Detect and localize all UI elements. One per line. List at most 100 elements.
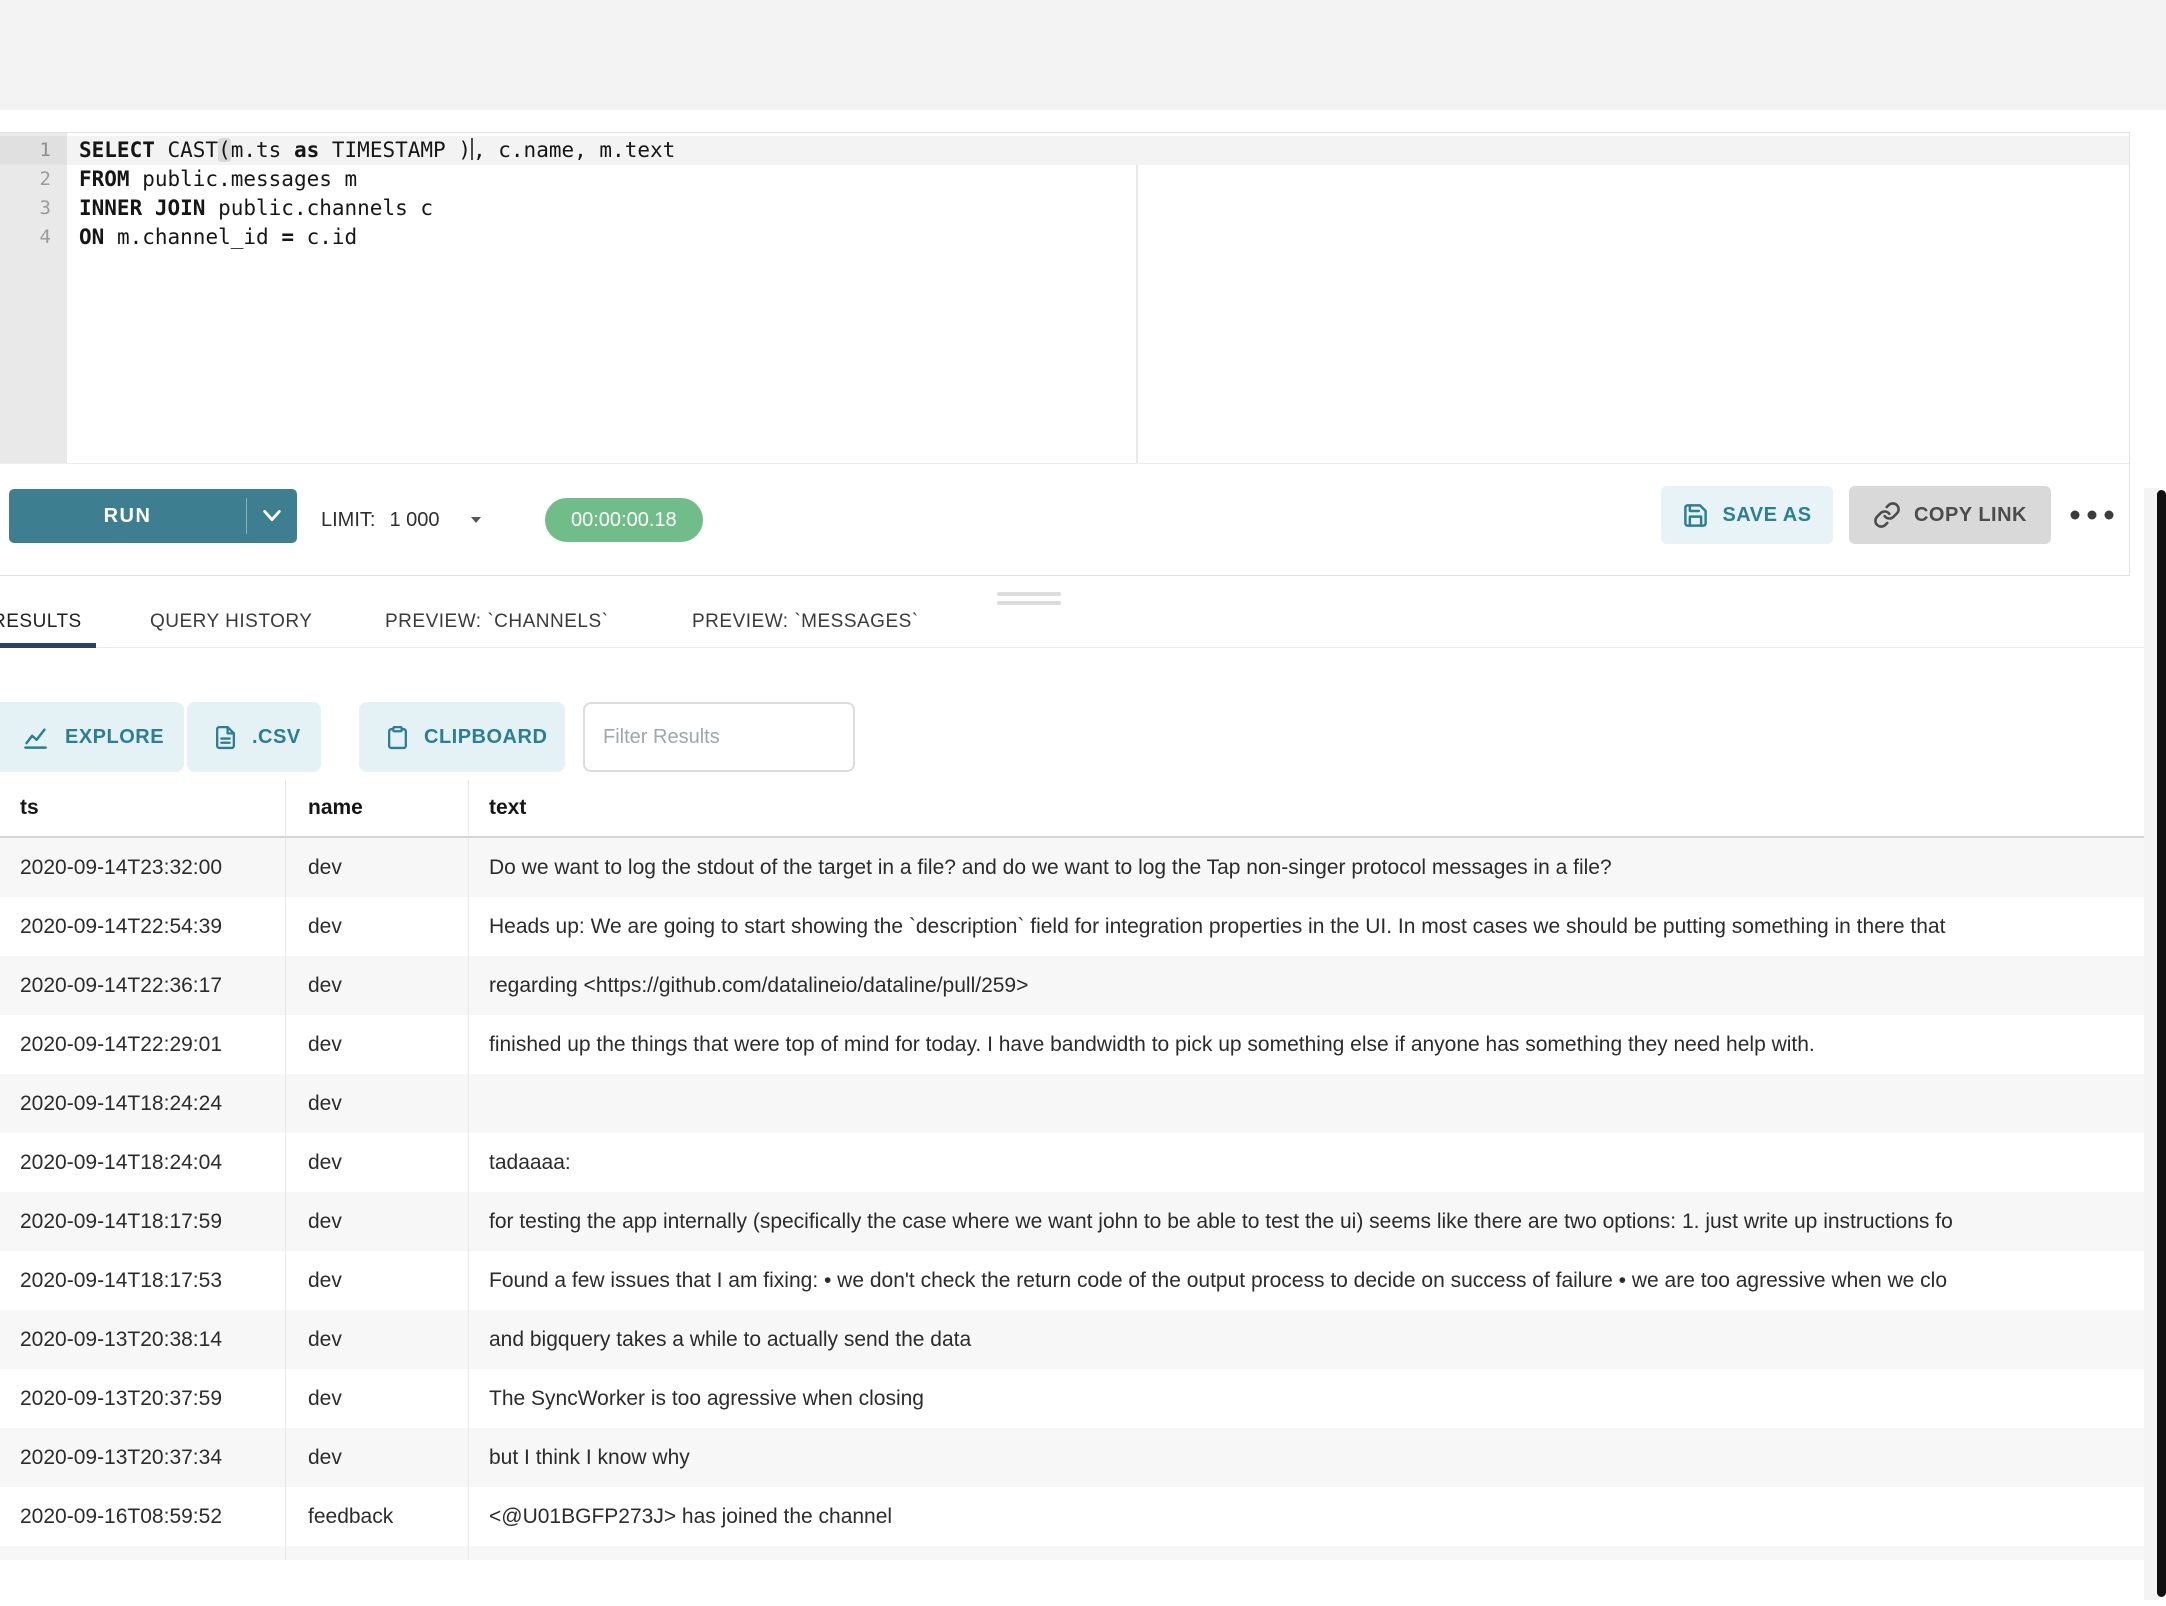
table-row[interactable]: 2020-09-14T18:17:59devfor testing the ap… [0, 1192, 2146, 1251]
code-token: ) [458, 138, 471, 162]
vertical-scrollbar-thumb[interactable] [2157, 490, 2166, 1597]
table-cell: 2020-09-16T08:59:52 [0, 1487, 285, 1546]
table-cell: 2020-09-14T22:54:39 [0, 897, 285, 956]
table-cell: dev [285, 1015, 468, 1074]
scrollbar-track[interactable] [2144, 488, 2158, 1600]
run-button-group[interactable]: RUN [9, 489, 297, 543]
query-toolbar: RUN LIMIT: 1 000 00:00:00.18 SAVE AS [0, 463, 2129, 575]
filter-results-input[interactable] [583, 702, 855, 772]
table-row-partial [0, 1546, 2146, 1560]
limit-label: LIMIT: [321, 509, 375, 532]
table-cell: 2020-09-13T20:37:59 [0, 1369, 285, 1428]
table-row[interactable]: 2020-09-14T18:24:24dev [0, 1074, 2146, 1133]
table-cell: tadaaaa: [468, 1133, 2146, 1192]
tab-query-history[interactable]: QUERY HISTORY [150, 596, 312, 648]
line-number: 1 [0, 136, 67, 165]
code-token: ON [79, 225, 104, 249]
tab-preview-messages[interactable]: PREVIEW: `MESSAGES` [692, 596, 919, 648]
line-number: 3 [0, 194, 67, 223]
table-cell: 2020-09-14T18:24:04 [0, 1133, 285, 1192]
copy-link-label: COPY LINK [1914, 504, 2027, 527]
csv-label: .CSV [252, 726, 301, 749]
table-row[interactable]: 2020-09-13T20:37:34devbut I think I know… [0, 1428, 2146, 1487]
results-actions-row: EXPLORE .CSV CLIPBOARD [0, 702, 2146, 772]
results-tab-bar: RESULTS QUERY HISTORY PREVIEW: `CHANNELS… [0, 596, 2146, 648]
table-cell: 2020-09-14T23:32:00 [0, 838, 285, 897]
code-token: TIMESTAMP [319, 138, 458, 162]
table-cell: dev [285, 1251, 468, 1310]
more-options-button[interactable] [2061, 486, 2123, 544]
table-row[interactable]: 2020-09-13T20:37:59devThe SyncWorker is … [0, 1369, 2146, 1428]
csv-button[interactable]: .CSV [187, 702, 321, 772]
chart-icon [22, 724, 49, 751]
explore-button[interactable]: EXPLORE [0, 702, 184, 772]
run-button[interactable]: RUN [9, 489, 246, 543]
line-number: 4 [0, 223, 67, 252]
code-token: SELECT [79, 138, 155, 162]
results-body: 2020-09-14T23:32:00devDo we want to log … [0, 838, 2146, 1560]
copy-link-button[interactable]: COPY LINK [1849, 486, 2051, 544]
table-cell: Do we want to log the stdout of the targ… [468, 838, 2146, 897]
tab-results[interactable]: RESULTS [0, 596, 82, 648]
sql-editor[interactable]: 1234 SELECT CAST(m.ts as TIMESTAMP ), c.… [0, 133, 2129, 463]
table-cell [285, 1546, 468, 1560]
table-cell: finished up the things that were top of … [468, 1015, 2146, 1074]
table-row[interactable]: 2020-09-14T18:24:04devtadaaaa: [0, 1133, 2146, 1192]
table-cell: and bigquery takes a while to actually s… [468, 1310, 2146, 1369]
table-cell: dev [285, 1369, 468, 1428]
chevron-down-icon [261, 509, 283, 523]
top-header-area [0, 0, 2166, 110]
code-token: , c.name, m.text [473, 138, 675, 162]
active-tab-underline [0, 643, 96, 648]
table-row[interactable]: 2020-09-14T22:36:17devregarding <https:/… [0, 956, 2146, 1015]
table-cell [468, 1074, 2146, 1133]
link-icon [1873, 501, 1901, 529]
save-as-button[interactable]: SAVE AS [1661, 486, 1833, 544]
code-token: c.id [294, 225, 357, 249]
table-cell: dev [285, 1133, 468, 1192]
table-cell: 2020-09-14T18:17:53 [0, 1251, 285, 1310]
table-cell: dev [285, 1074, 468, 1133]
code-token: public.channels c [205, 196, 433, 220]
clipboard-button[interactable]: CLIPBOARD [359, 702, 565, 772]
table-row[interactable]: 2020-09-14T22:29:01devfinished up the th… [0, 1015, 2146, 1074]
table-row[interactable]: 2020-09-16T08:59:52feedback<@U01BGFP273J… [0, 1487, 2146, 1546]
table-cell: 2020-09-14T18:24:24 [0, 1074, 285, 1133]
code-token: INNER JOIN [79, 196, 205, 220]
ellipsis-icon [2069, 509, 2115, 521]
column-header-ts[interactable]: ts [0, 780, 285, 836]
table-cell: 2020-09-14T18:17:59 [0, 1192, 285, 1251]
line-number: 2 [0, 165, 67, 194]
column-header-name[interactable]: name [285, 780, 468, 836]
editor-gutter: 1234 [0, 133, 67, 463]
results-header: ts name text [0, 780, 2146, 838]
table-cell: Found a few issues that I am fixing: • w… [468, 1251, 2146, 1310]
code-line[interactable]: FROM public.messages m [79, 165, 2129, 194]
save-as-label: SAVE AS [1722, 504, 1811, 527]
code-token: m.ts [231, 138, 294, 162]
table-row[interactable]: 2020-09-14T18:17:53devFound a few issues… [0, 1251, 2146, 1310]
code-line[interactable]: INNER JOIN public.channels c [79, 194, 2129, 223]
table-row[interactable]: 2020-09-13T20:38:14devand bigquery takes… [0, 1310, 2146, 1369]
table-cell [0, 1546, 285, 1560]
table-cell: for testing the app internally (specific… [468, 1192, 2146, 1251]
limit-dropdown[interactable]: LIMIT: 1 000 [321, 464, 482, 576]
results-table: ts name text 2020-09-14T23:32:00devDo we… [0, 780, 2146, 1560]
code-token: CAST [155, 138, 218, 162]
editor-code[interactable]: SELECT CAST(m.ts as TIMESTAMP ), c.name,… [79, 136, 2129, 252]
table-cell: feedback [285, 1487, 468, 1546]
query-editor-panel: 1234 SELECT CAST(m.ts as TIMESTAMP ), c.… [0, 132, 2130, 576]
run-dropdown-button[interactable] [247, 489, 297, 543]
table-cell: The SyncWorker is too agressive when clo… [468, 1369, 2146, 1428]
code-token: public.messages m [130, 167, 358, 191]
code-line[interactable]: ON m.channel_id = c.id [79, 223, 2129, 252]
column-header-text[interactable]: text [468, 780, 2146, 836]
code-token: ( [218, 138, 231, 162]
table-row[interactable]: 2020-09-14T22:54:39devHeads up: We are g… [0, 897, 2146, 956]
table-cell: Heads up: We are going to start showing … [468, 897, 2146, 956]
table-cell: dev [285, 956, 468, 1015]
tab-preview-channels[interactable]: PREVIEW: `CHANNELS` [385, 596, 608, 648]
table-row[interactable]: 2020-09-14T23:32:00devDo we want to log … [0, 838, 2146, 897]
explore-label: EXPLORE [65, 726, 164, 749]
code-line[interactable]: SELECT CAST(m.ts as TIMESTAMP ), c.name,… [79, 136, 2129, 165]
